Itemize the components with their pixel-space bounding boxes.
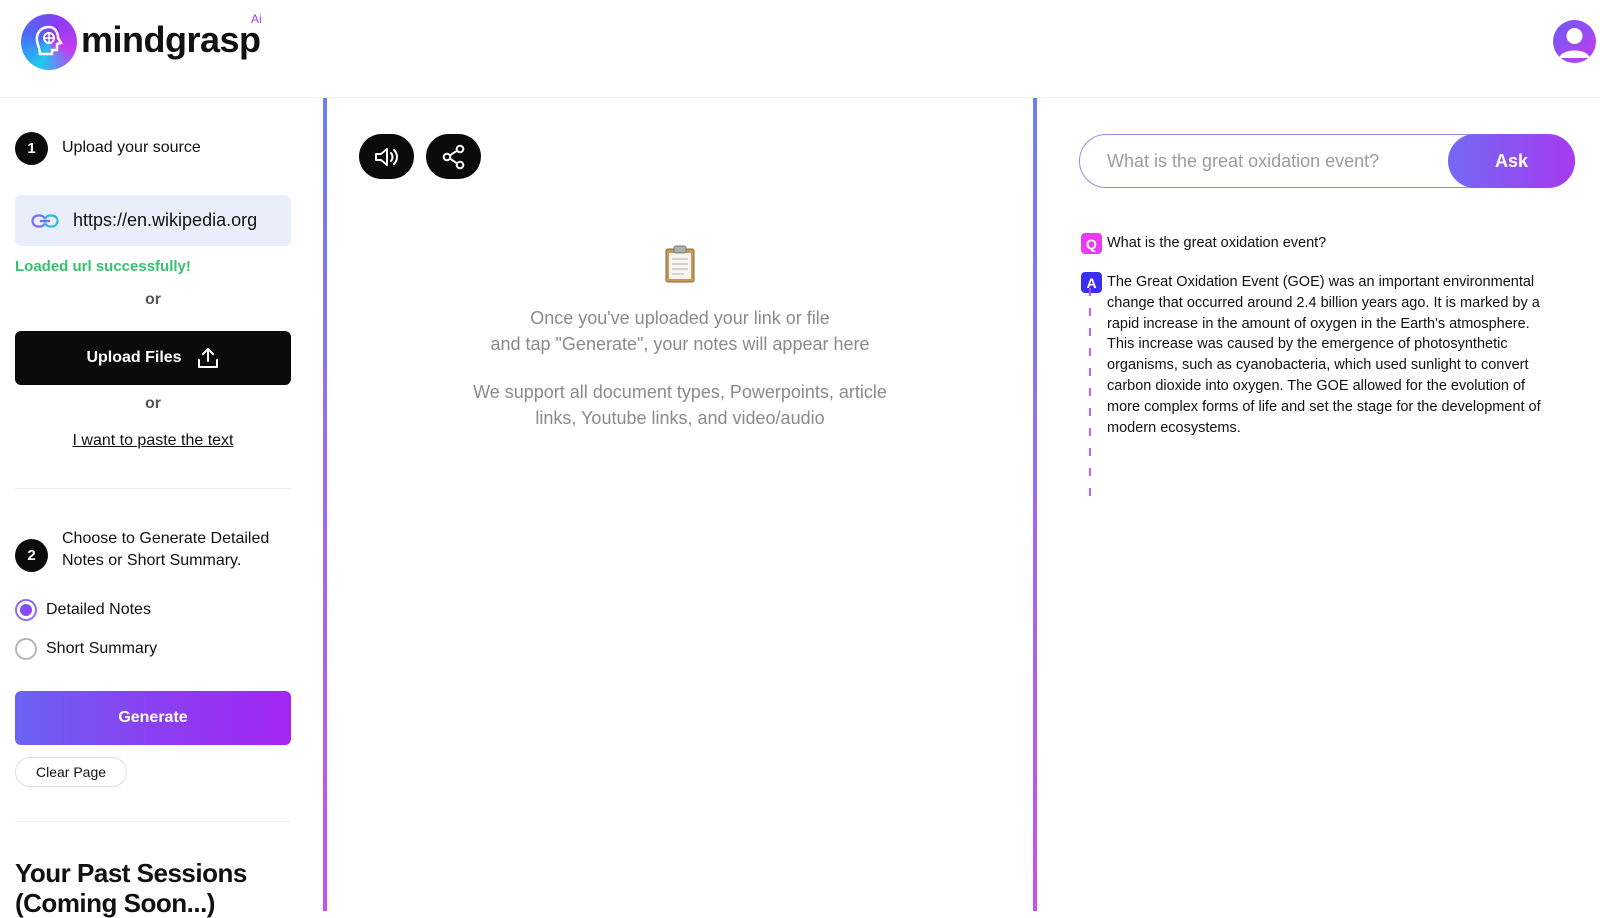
generate-button[interactable]: Generate	[15, 691, 291, 745]
column-divider-right	[1033, 98, 1037, 911]
clipboard-icon	[664, 245, 696, 288]
brand-logo[interactable]: mindgrasp	[21, 14, 261, 70]
empty-notes-line-1: Once you've uploaded your link or file	[530, 308, 830, 328]
user-avatar[interactable]	[1553, 20, 1596, 63]
chat-question: What is the great oxidation event?	[1107, 235, 1327, 251]
upload-files-button[interactable]: Upload Files	[15, 331, 291, 385]
question-input[interactable]	[1080, 135, 1448, 187]
question-badge: Q	[1081, 233, 1102, 254]
link-icon	[31, 213, 59, 228]
brand-ai-suffix: Ai	[251, 12, 262, 26]
step-2-row: 2 Choose to Generate Detailed Notes or S…	[15, 528, 292, 572]
option-detailed-notes[interactable]: Detailed Notes	[15, 599, 151, 621]
or-separator: or	[145, 291, 161, 308]
speaker-icon	[374, 147, 398, 166]
empty-notes-line-2: and tap "Generate", your notes will appe…	[490, 334, 870, 354]
section-divider	[15, 488, 291, 489]
brain-head-icon	[21, 14, 77, 70]
option-short-summary-label: Short Summary	[46, 640, 158, 657]
empty-notes-message: Once you've uploaded your link or file a…	[325, 305, 1035, 357]
option-detailed-notes-label: Detailed Notes	[46, 601, 151, 618]
radio-detailed-notes[interactable]	[15, 599, 37, 621]
supported-types-message: We support all document types, Powerpoin…	[325, 379, 1035, 431]
share-icon	[442, 144, 464, 169]
supported-types-line-1: We support all document types, Powerpoin…	[473, 382, 887, 402]
supported-types-line-2: links, Youtube links, and video/audio	[535, 408, 825, 428]
column-divider-left	[323, 98, 327, 911]
radio-short-summary[interactable]	[15, 638, 37, 660]
answer-trail-decoration	[1089, 288, 1091, 508]
step-1-row: 1 Upload your source	[15, 132, 201, 165]
answer-badge: A	[1081, 272, 1102, 293]
past-sessions-title: Your Past Sessions (Coming Soon...)	[15, 858, 247, 918]
user-icon	[1559, 28, 1590, 58]
load-success-message: Loaded url successfully!	[15, 258, 191, 275]
step-2-number: 2	[15, 539, 48, 572]
option-short-summary[interactable]: Short Summary	[15, 638, 157, 660]
top-header: mindgrasp Ai	[0, 0, 1600, 98]
upload-files-label: Upload Files	[86, 349, 182, 366]
step-2-label: Choose to Generate Detailed Notes or Sho…	[62, 530, 270, 569]
ask-button[interactable]: Ask	[1448, 134, 1575, 188]
or-separator-2: or	[145, 395, 161, 412]
step-1-label: Upload your source	[62, 139, 201, 156]
upload-icon	[197, 348, 218, 368]
paste-text-link[interactable]: I want to paste the text	[0, 432, 306, 450]
chat-answer: The Great Oxidation Event (GOE) was an i…	[1107, 274, 1541, 436]
url-input-box[interactable]: https://en.wikipedia.org	[15, 195, 291, 246]
brand-name: mindgrasp	[81, 19, 261, 60]
share-button[interactable]	[426, 134, 481, 179]
clear-page-button[interactable]: Clear Page	[15, 757, 127, 787]
url-input-value[interactable]: https://en.wikipedia.org	[73, 210, 273, 231]
section-divider-2	[15, 821, 291, 822]
audio-button[interactable]	[359, 134, 414, 179]
source-sidebar: 1 Upload your source https://en.wikipedi…	[0, 98, 320, 918]
step-1-number: 1	[15, 132, 48, 165]
